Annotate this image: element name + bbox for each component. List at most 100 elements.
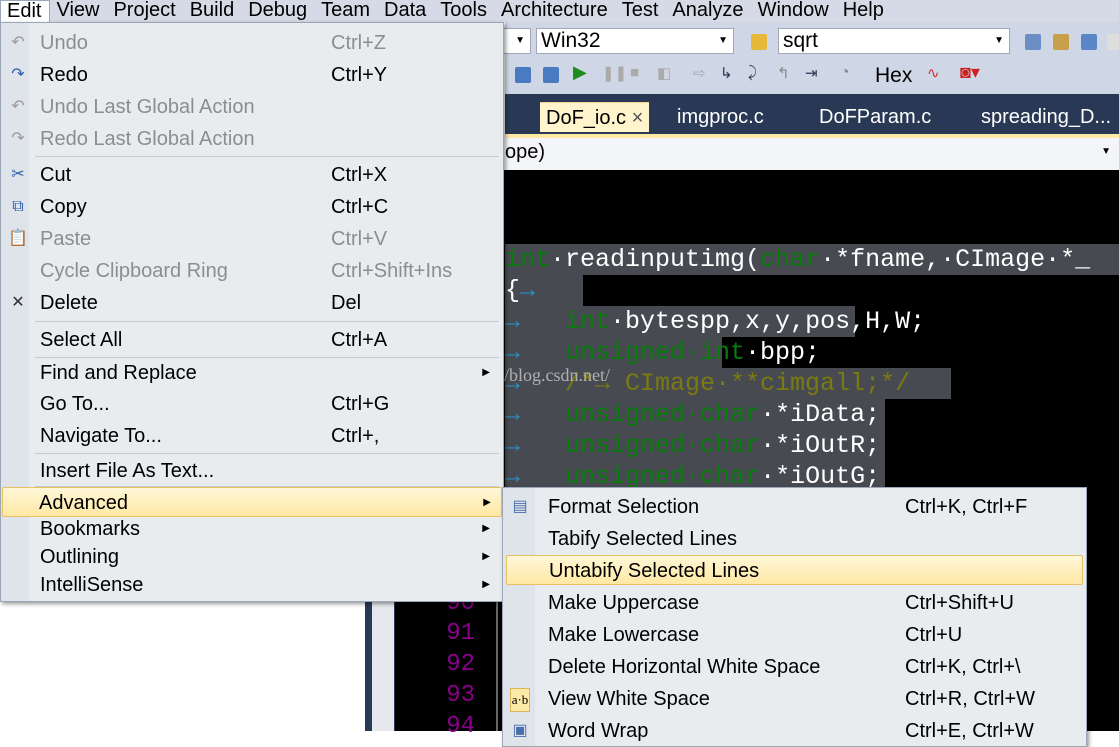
chevron-down-icon: ▼ (1101, 146, 1111, 157)
menu-item-select-all[interactable]: Select All Ctrl+A (4, 325, 500, 355)
menu-item-find-replace[interactable]: Find and Replace ▶ (4, 358, 500, 388)
submenu-arrow-icon: ▶ (482, 579, 490, 590)
undo-icon: ↶ (11, 34, 25, 51)
platform-value: Win32 (541, 29, 601, 52)
tab-dof-io[interactable]: DoF_io.c × (540, 102, 650, 132)
menu-data[interactable]: Data (378, 0, 434, 22)
menu-item-view-white-space[interactable]: a·b View White Space Ctrl+R, Ctrl+W (506, 684, 1083, 714)
toolbar-area: ▼ Win32 ▼ sqrt ▼ ▶ ❚❚ ■ ◧ ⇨ ↳ ⤸ ↰ ⇥ ◔ Hex … (503, 22, 1119, 94)
menu-item-redo-last-global[interactable]: ↷ Redo Last Global Action (4, 124, 500, 154)
word-wrap-icon: ▣ (512, 722, 528, 739)
paste-icon: 📋 (8, 230, 28, 247)
menu-item-undo-last-global[interactable]: ↶ Undo Last Global Action (4, 92, 500, 122)
step-out-icon[interactable]: ↰ (777, 64, 790, 82)
menu-item-make-lowercase[interactable]: Make Lowercase Ctrl+U (506, 620, 1083, 650)
find-in-files-icon[interactable] (751, 34, 767, 50)
tab-label: DoF_io.c (546, 107, 627, 129)
menu-item-cut[interactable]: ✂ Cut Ctrl+X (4, 160, 500, 190)
code-line: → unsigned·char·*iData; (505, 399, 885, 430)
menu-team[interactable]: Team (315, 0, 378, 22)
close-icon[interactable]: × (632, 107, 644, 129)
solution-explorer-icon[interactable] (1025, 34, 1041, 50)
separator (35, 156, 499, 157)
menu-view[interactable]: View (50, 0, 107, 22)
menu-bar: Edit View Project Build Debug Team Data … (0, 0, 1119, 22)
step-over-icon[interactable]: ⤸ (748, 64, 757, 81)
menu-debug[interactable]: Debug (242, 0, 315, 22)
menu-architecture[interactable]: Architecture (495, 0, 616, 22)
edit-menu: ↶ Undo Ctrl+Z ↷ Redo Ctrl+Y ↶ Undo Last Globa… (0, 22, 504, 602)
menu-item-bookmarks[interactable]: Bookmarks ▶ (4, 514, 500, 544)
menu-project[interactable]: Project (107, 0, 183, 22)
menu-item-cycle-clipboard[interactable]: Cycle Clipboard Ring Ctrl+Shift+Ins (4, 256, 500, 286)
menu-item-navigate-to[interactable]: Navigate To... Ctrl+, (4, 421, 500, 451)
menu-item-redo[interactable]: ↷ Redo Ctrl+Y (4, 60, 500, 90)
menu-item-word-wrap[interactable]: ▣ Word Wrap Ctrl+E, Ctrl+W (506, 716, 1083, 746)
platform-combo[interactable]: Win32 ▼ (536, 28, 734, 54)
start-debug-icon[interactable]: ▶ (573, 62, 587, 83)
pause-icon[interactable]: ❚❚ (602, 64, 627, 82)
menu-item-paste[interactable]: 📋 Paste Ctrl+V (4, 224, 500, 254)
scope-value: ope) (505, 141, 546, 163)
step-into-icon[interactable]: ↳ (720, 64, 733, 82)
tab-imgproc[interactable]: imgproc.c (671, 102, 770, 132)
menu-test[interactable]: Test (616, 0, 667, 22)
run-to-cursor-icon[interactable]: ⇥ (805, 64, 818, 82)
scope-combo[interactable]: ope) ▼ (505, 134, 1119, 170)
find-combo[interactable]: sqrt ▼ (778, 28, 1010, 54)
code-line: → unsigned·int·bpp; (505, 337, 821, 368)
class-view-icon[interactable] (1081, 34, 1097, 50)
menu-item-advanced[interactable]: Advanced ▶ (2, 487, 502, 517)
menu-build[interactable]: Build (184, 0, 242, 22)
menu-item-tabify[interactable]: Tabify Selected Lines (506, 524, 1083, 554)
restart-icon[interactable]: ◧ (657, 64, 671, 82)
menu-item-go-to[interactable]: Go To... Ctrl+G (4, 389, 500, 419)
menu-item-make-uppercase[interactable]: Make Uppercase Ctrl+Shift+U (506, 588, 1083, 618)
chevron-down-icon: ▼ (994, 35, 1004, 46)
menu-item-copy[interactable]: ⧉ Copy Ctrl+C (4, 192, 500, 222)
menu-item-delete[interactable]: ✕ Delete Del (4, 288, 500, 318)
menu-item-insert-file[interactable]: Insert File As Text... (4, 456, 500, 486)
line-number: 91 (446, 620, 475, 647)
menu-analyze[interactable]: Analyze (666, 0, 751, 22)
find-value: sqrt (783, 29, 819, 52)
separator (35, 321, 499, 322)
separator (35, 453, 499, 454)
line-number: 93 (446, 682, 475, 709)
redo-icon: ↷ (11, 66, 25, 83)
menu-tools[interactable]: Tools (434, 0, 495, 22)
code-line: {→ (505, 275, 583, 306)
submenu-arrow-icon: ▶ (482, 551, 490, 562)
submenu-arrow-icon: ▶ (482, 367, 490, 378)
menu-item-untabify[interactable]: Untabify Selected Lines (506, 555, 1083, 585)
menu-item-format-selection[interactable]: ▤ Format Selection Ctrl+K, Ctrl+F (506, 492, 1083, 522)
scissors-icon: ✂ (11, 166, 25, 183)
code-line: → unsigned·char·*iOutR; (505, 430, 885, 461)
properties-icon[interactable] (1053, 34, 1069, 50)
toolbox-icon[interactable] (1107, 34, 1119, 50)
menu-item-delete-horizontal-white-space[interactable]: Delete Horizontal White Space Ctrl+K, Ctr… (506, 652, 1083, 682)
config-combo[interactable]: ▼ (503, 28, 531, 54)
copy-icon: ⧉ (12, 198, 24, 215)
delete-icon: ✕ (11, 294, 25, 311)
breakpoints-window-icon[interactable]: ◙▾ (960, 62, 980, 83)
quick-watch-icon[interactable]: ◔ (840, 64, 850, 82)
breakpoint-all-icon[interactable] (515, 67, 531, 83)
menu-edit[interactable]: Edit (0, 0, 51, 22)
menu-window[interactable]: Window (752, 0, 837, 22)
menu-help[interactable]: Help (837, 0, 892, 22)
stop-icon[interactable]: ■ (630, 64, 639, 81)
hex-toggle[interactable]: Hex (875, 64, 912, 88)
menu-item-undo[interactable]: ↶ Undo Ctrl+Z (4, 28, 500, 58)
threads-icon[interactable]: ∿ (927, 64, 940, 82)
menu-item-outlining[interactable]: Outlining ▶ (4, 542, 500, 572)
advanced-submenu: ▤ Format Selection Ctrl+K, Ctrl+F Tabify S… (502, 487, 1087, 747)
show-next-statement-icon[interactable]: ⇨ (693, 64, 706, 82)
tab-spreading[interactable]: spreading_D... (975, 102, 1117, 132)
white-space-icon: a·b (510, 688, 530, 712)
chevron-down-icon: ▼ (718, 35, 728, 46)
breakpoint-icon[interactable] (543, 67, 559, 83)
line-number: 92 (446, 651, 475, 678)
tab-dofparam[interactable]: DoFParam.c (813, 102, 937, 132)
menu-item-intellisense[interactable]: IntelliSense ▶ (4, 570, 500, 600)
